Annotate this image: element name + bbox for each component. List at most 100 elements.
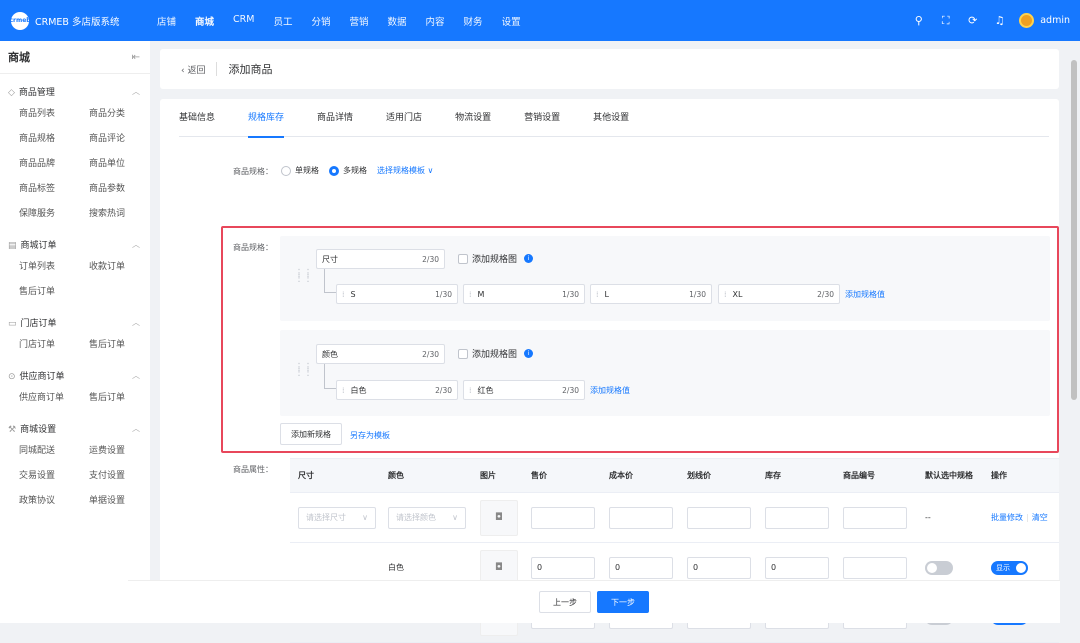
sidebar-item[interactable]: 门店订单 [19, 333, 89, 358]
default-switch[interactable] [925, 560, 953, 575]
topnav-settings[interactable]: 设置 [502, 14, 521, 28]
topnav-staff[interactable]: 员工 [273, 14, 292, 28]
camera-icon[interactable]: ◘ [480, 499, 518, 536]
info-icon[interactable]: i [524, 349, 534, 358]
drag-handle-icon[interactable]: ⋮⋮ ⋮⋮ [294, 363, 313, 378]
topnav-finance[interactable]: 财务 [464, 14, 483, 28]
group-header[interactable]: ⊙ 供应商订单 ︿ [0, 364, 150, 386]
chevron-down-icon: ∨ [452, 513, 458, 522]
back-button[interactable]: ‹ 返回 [181, 63, 205, 76]
add-spec-value-link[interactable]: 添加规格值 [590, 385, 630, 396]
batch-price-input[interactable] [531, 506, 595, 529]
save-template-link[interactable]: 另存为模板 [350, 430, 390, 441]
show-switch[interactable]: 显示 [991, 560, 1028, 575]
batch-code-input[interactable] [843, 506, 907, 529]
sidebar-item[interactable]: 交易设置 [19, 464, 89, 489]
radio-multi[interactable]: 多规格 [329, 165, 367, 176]
avatar[interactable] [1019, 13, 1035, 28]
refresh-icon[interactable]: ⟳ [959, 14, 986, 27]
add-spec-value-link[interactable]: 添加规格值 [845, 289, 885, 300]
next-step-button[interactable]: 下一步 [597, 591, 649, 613]
drag-handle-icon[interactable]: ⋮⋮ ⋮⋮ [294, 269, 313, 284]
tab-other[interactable]: 其他设置 [593, 99, 629, 137]
group-header[interactable]: ◇ 商品管理 ︿ [0, 80, 150, 102]
sidebar-item[interactable]: 同城配送 [19, 439, 89, 464]
batch-edit-link[interactable]: 批量修改 [991, 512, 1023, 523]
sidebar-item[interactable]: 商品规格 [19, 127, 89, 152]
sidebar-item[interactable]: 订单列表 [19, 255, 89, 280]
username[interactable]: admin [1040, 15, 1070, 26]
sidebar-item[interactable]: 商品品牌 [19, 152, 89, 177]
sidebar-item[interactable]: 商品标签 [19, 177, 89, 202]
sidebar-item[interactable]: 政策协议 [19, 489, 89, 514]
back-label: 返回 [187, 65, 206, 76]
sidebar-item[interactable]: 支付设置 [89, 464, 159, 489]
sidebar-item[interactable]: 商品参数 [89, 177, 159, 202]
sidebar-item[interactable]: 商品评论 [89, 127, 159, 152]
add-spec-image-checkbox[interactable]: 添加规格图 i [458, 347, 534, 360]
topnav-marketing[interactable]: 营销 [350, 14, 369, 28]
tab-marketing[interactable]: 营销设置 [524, 99, 560, 137]
prev-step-button[interactable]: 上一步 [539, 591, 591, 613]
add-new-spec-button[interactable]: 添加新规格 [280, 423, 342, 445]
add-spec-image-checkbox[interactable]: 添加规格图 i [458, 252, 534, 265]
tab-logistics[interactable]: 物流设置 [455, 99, 491, 137]
collapse-icon[interactable]: ⇤ [132, 52, 140, 63]
app-logo[interactable]: crmeb CRMEB 多店版系统 [0, 11, 150, 30]
spec-value-input[interactable]: ⁞ L 1/30 [590, 284, 712, 304]
clear-link[interactable]: 清空 [1032, 512, 1048, 523]
sidebar-item[interactable]: 商品分类 [89, 102, 159, 127]
group-header[interactable]: ▭ 门店订单 ︿ [0, 311, 150, 333]
info-icon[interactable]: i [524, 254, 534, 263]
fullscreen-icon[interactable]: ⛶ [932, 14, 959, 28]
group-header[interactable]: ⚒ 商城设置 ︿ [0, 417, 150, 439]
tab-spec-stock[interactable]: 规格库存 [248, 99, 285, 138]
sidebar-item[interactable]: 单据设置 [89, 489, 159, 514]
checkbox[interactable] [458, 253, 468, 264]
sidebar-item[interactable]: 保障服务 [19, 202, 89, 227]
topnav-content[interactable]: 内容 [426, 14, 445, 28]
cost-input[interactable]: 0 [609, 556, 673, 579]
sidebar-item[interactable]: 供应商订单 [19, 386, 89, 411]
ot-price-input[interactable]: 0 [687, 556, 751, 579]
topnav-data[interactable]: 数据 [388, 14, 407, 28]
topnav-crm[interactable]: CRM [233, 14, 254, 28]
color-select[interactable]: 请选择颜色 ∨ [388, 506, 466, 529]
topnav-mall[interactable]: 商城 [195, 14, 214, 28]
code-input[interactable] [843, 556, 907, 579]
radio-single[interactable]: 单规格 [281, 165, 319, 176]
select-template-link[interactable]: 选择规格模板 ∨ [377, 165, 433, 176]
bell-icon[interactable]: ♫ [986, 14, 1013, 27]
size-select[interactable]: 请选择尺寸 ∨ [298, 506, 376, 529]
sidebar-item[interactable]: 售后订单 [19, 280, 89, 305]
topnav-distribution[interactable]: 分销 [311, 14, 330, 28]
spec-value-input[interactable]: ⁞ 红色 2/30 [463, 380, 585, 400]
group-header[interactable]: ▤ 商城订单 ︿ [0, 233, 150, 255]
topnav-store[interactable]: 店铺 [157, 14, 176, 28]
spec-value-input[interactable]: ⁞ XL 2/30 [718, 284, 840, 304]
tab-basic[interactable]: 基础信息 [179, 99, 215, 137]
spec-value-input[interactable]: ⁞ 白色 2/30 [336, 380, 458, 400]
sidebar-item[interactable]: 收款订单 [89, 255, 159, 280]
batch-stock-input[interactable] [765, 506, 829, 529]
spec-name-input[interactable]: 颜色 2/30 [316, 344, 445, 364]
sidebar-item[interactable]: 售后订单 [89, 333, 159, 358]
page-scrollbar[interactable] [1071, 60, 1077, 400]
sidebar-item[interactable]: 搜索热词 [89, 202, 159, 227]
price-input[interactable]: 0 [531, 556, 595, 579]
tab-detail[interactable]: 商品详情 [317, 99, 353, 137]
batch-ot-input[interactable] [687, 506, 751, 529]
sidebar-item[interactable]: 售后订单 [89, 386, 159, 411]
spec-value-input[interactable]: ⁞ M 1/30 [463, 284, 585, 304]
checkbox[interactable] [458, 348, 468, 359]
stock-input[interactable]: 0 [765, 556, 829, 579]
sidebar-item[interactable]: 商品列表 [19, 102, 89, 127]
top-actions: ⚲ ⛶ ⟳ ♫ admin [905, 0, 1070, 41]
sidebar-item[interactable]: 商品单位 [89, 152, 159, 177]
sidebar-item[interactable]: 运费设置 [89, 439, 159, 464]
tab-stores[interactable]: 适用门店 [386, 99, 422, 137]
batch-cost-input[interactable] [609, 506, 673, 529]
spec-name-input[interactable]: 尺寸 2/30 [316, 249, 445, 269]
search-icon[interactable]: ⚲ [905, 14, 932, 27]
spec-value-input[interactable]: ⁞ S 1/30 [336, 284, 458, 304]
